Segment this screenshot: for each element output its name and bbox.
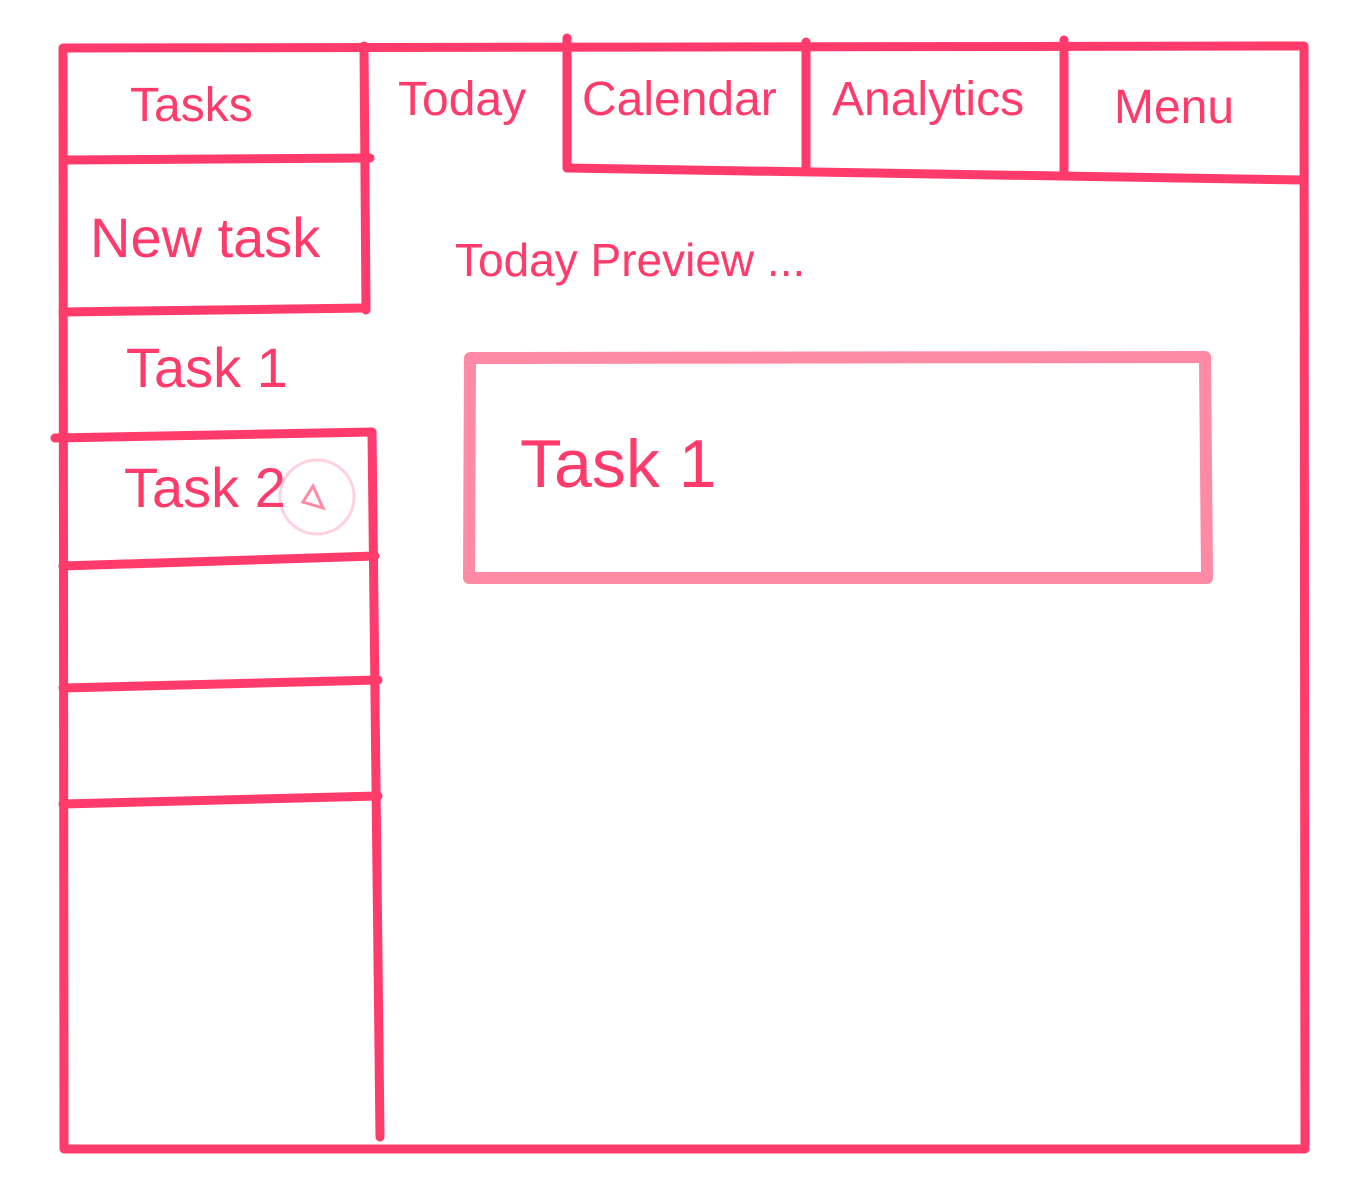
tab-separator-1 <box>359 41 371 315</box>
preview-heading: Today Preview ... <box>455 234 806 286</box>
preview-card-title: Task 1 <box>520 426 717 502</box>
sidebar-item-empty-1[interactable] <box>66 570 372 678</box>
sidebar-item-label: Task 2 <box>124 456 286 519</box>
tab-tasks-label: Tasks <box>130 79 253 132</box>
sidebar-divider-4 <box>58 791 383 809</box>
tab-calendar-label: Calendar <box>582 73 777 126</box>
sidebar-divider-3 <box>58 675 383 693</box>
tab-today-label: Today <box>398 73 527 126</box>
sidebar-item-label: Task 1 <box>126 336 288 399</box>
tab-analytics-label: Analytics <box>832 73 1025 126</box>
sidebar-divider-2 <box>58 551 380 571</box>
sidebar-item-empty-2[interactable] <box>66 690 372 792</box>
tab-menu-label: Menu <box>1114 81 1235 134</box>
sidebar-right-edge <box>367 427 385 1142</box>
tab-bar-divider-tasks <box>58 153 375 165</box>
new-task-label: New task <box>90 206 321 269</box>
sidebar-divider-1 <box>50 427 377 443</box>
new-task-box-bottom <box>58 303 371 317</box>
